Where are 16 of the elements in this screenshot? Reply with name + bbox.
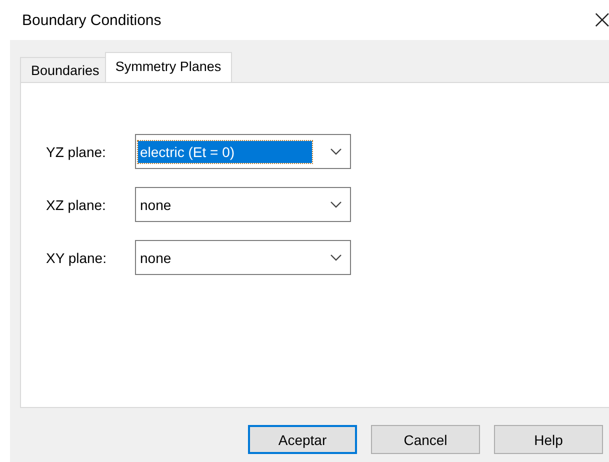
dropdown[interactable]: electric (Et = 0): [135, 134, 351, 169]
window-title: Boundary Conditions: [22, 12, 162, 28]
chevron-down-icon: [330, 201, 342, 208]
tab[interactable]: Symmetry Planes: [105, 52, 232, 82]
close-button[interactable]: ×: [591, 7, 609, 33]
tab[interactable]: Boundaries: [20, 57, 106, 82]
chevron-down-icon: [330, 254, 342, 261]
dialog-button[interactable]: Help: [494, 425, 603, 454]
dropdown[interactable]: none: [135, 187, 351, 222]
dropdown[interactable]: none: [135, 240, 351, 275]
chevron-down-icon: [330, 148, 342, 155]
field-label: XY plane:: [45, 250, 108, 266]
field-label: XZ plane:: [45, 196, 107, 212]
field-label: YZ plane:: [45, 144, 107, 160]
dialog-button[interactable]: Aceptar: [248, 425, 357, 454]
dialog-button[interactable]: Cancel: [371, 425, 480, 454]
